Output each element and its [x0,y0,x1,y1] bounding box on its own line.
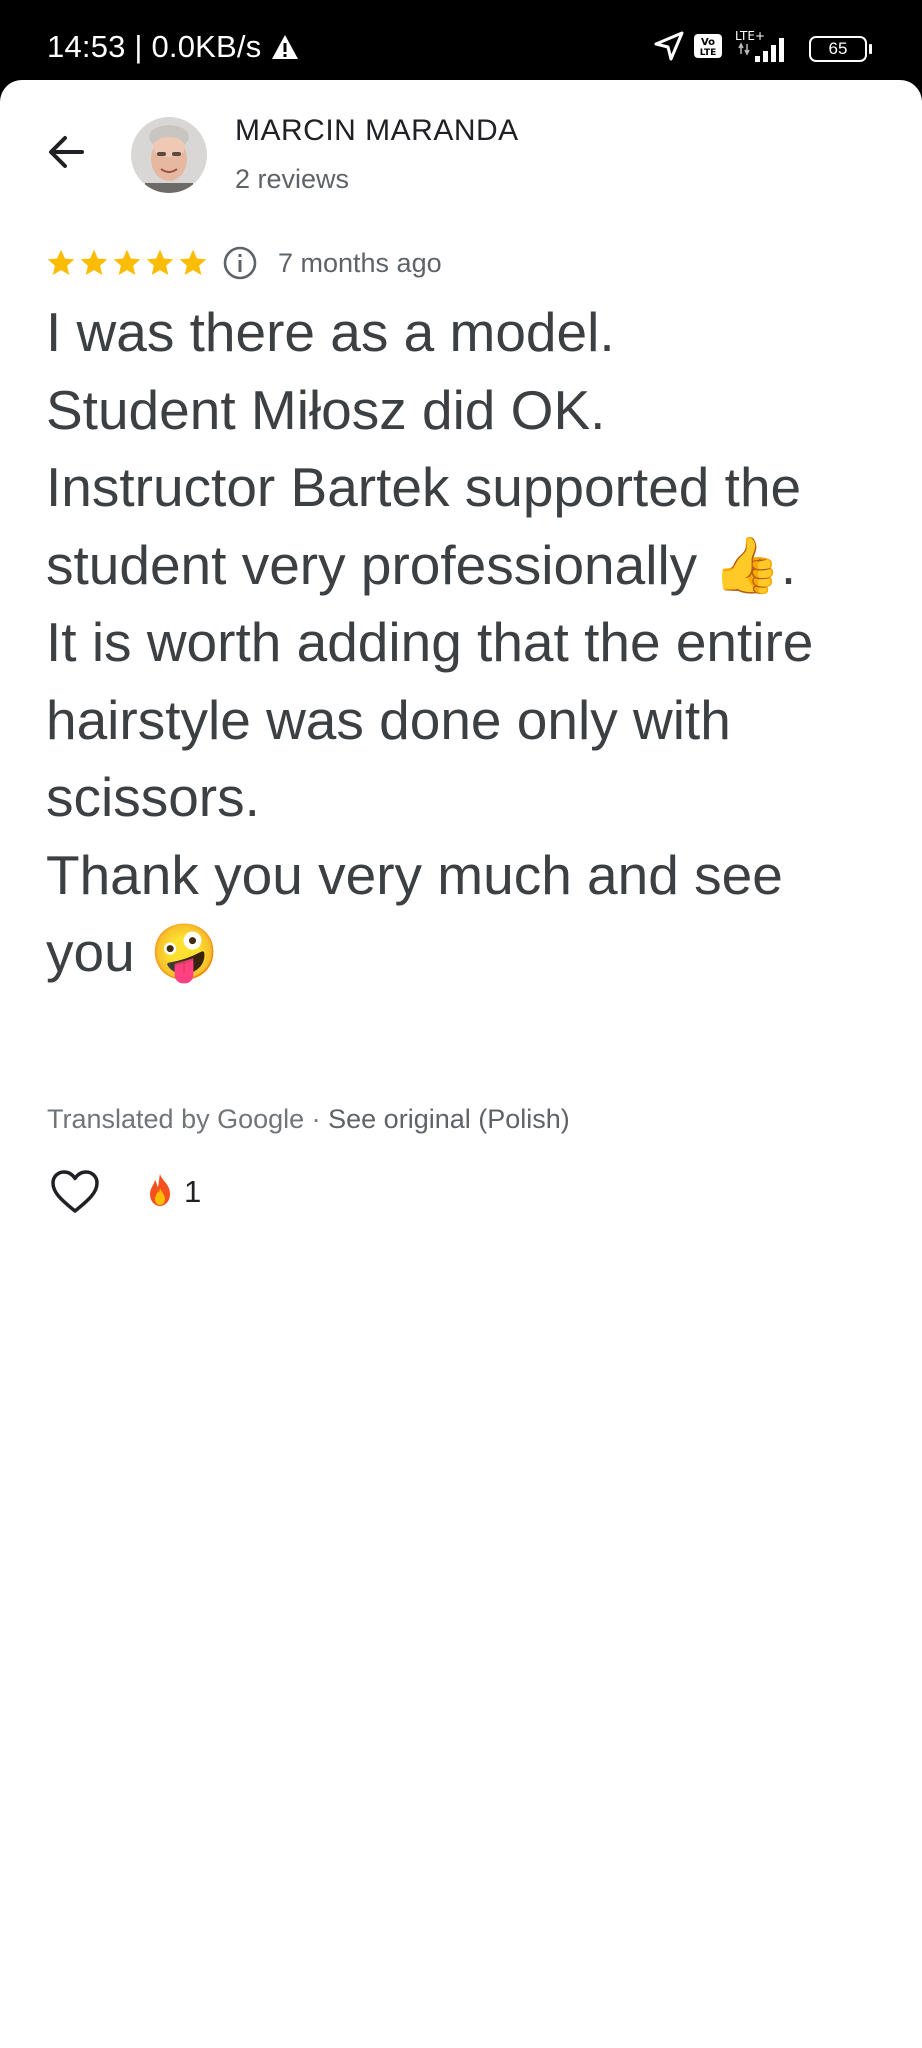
volte-icon: Vo LTE [693,32,723,65]
star-rating [45,247,209,279]
like-button[interactable] [46,1163,104,1221]
star-icon [45,247,77,279]
review-text-line: Student Miłosz did OK. [46,378,606,441]
review-actions: 1 [46,1163,201,1221]
warning-icon [271,34,299,60]
heart-outline-icon [51,1170,99,1213]
signal-icon: LTE+ [731,28,793,69]
star-icon [177,247,209,279]
svg-text:Vo: Vo [701,37,715,48]
review-text-line: Instructor Bartek supported the [46,456,802,518]
status-time-speed: 14:53 | 0.0KB/s [47,29,262,64]
fire-reaction[interactable]: 1 [144,1172,201,1213]
reviewer-review-count: 2 reviews [235,164,350,194]
back-button[interactable] [40,126,92,178]
svg-text:LTE+: LTE+ [735,29,765,43]
review-text-line: student very professionally 👍. [46,533,797,596]
reaction-count: 1 [184,1174,202,1209]
star-icon [78,247,110,279]
status-bar: 14:53 | 0.0KB/s Vo LTE LTE+ 65 [0,0,922,80]
star-icon [111,247,143,279]
review-text-line: Thank you very much and see [46,843,783,906]
review-text-line: It is worth adding that the entire [46,611,814,673]
status-left: 14:53 | 0.0KB/s [47,29,299,65]
svg-text:LTE: LTE [700,48,717,58]
reviewer-avatar[interactable] [131,117,207,193]
translation-note: Translated by Google · See original (Pol… [47,1104,570,1135]
status-right: Vo LTE LTE+ 65 [653,28,872,69]
location-arrow-icon [653,30,685,67]
review-sheet: MARCIN MARANDA 2 reviews 7 months ago I … [0,80,922,2048]
back-arrow-icon [49,136,84,168]
review-text: I was there as a model. Student Miłosz d… [46,294,896,992]
star-icon [144,247,176,279]
review-text-line: you 🤪 [46,921,219,983]
translated-by-label: Translated by Google · [47,1104,329,1134]
see-original-link[interactable]: See original (Polish) [328,1104,570,1134]
review-time-ago: 7 months ago [278,247,442,278]
review-text-line: hairstyle was done only with [46,688,731,751]
reviewer-name[interactable]: MARCIN MARANDA [235,114,519,148]
review-text-line: scissors. [46,766,260,828]
battery-indicator: 65 [809,35,872,62]
fire-icon [144,1172,176,1213]
review-text-line: I was there as a model. [46,301,615,363]
info-icon[interactable] [222,245,258,281]
rating-row: 7 months ago [45,243,442,283]
